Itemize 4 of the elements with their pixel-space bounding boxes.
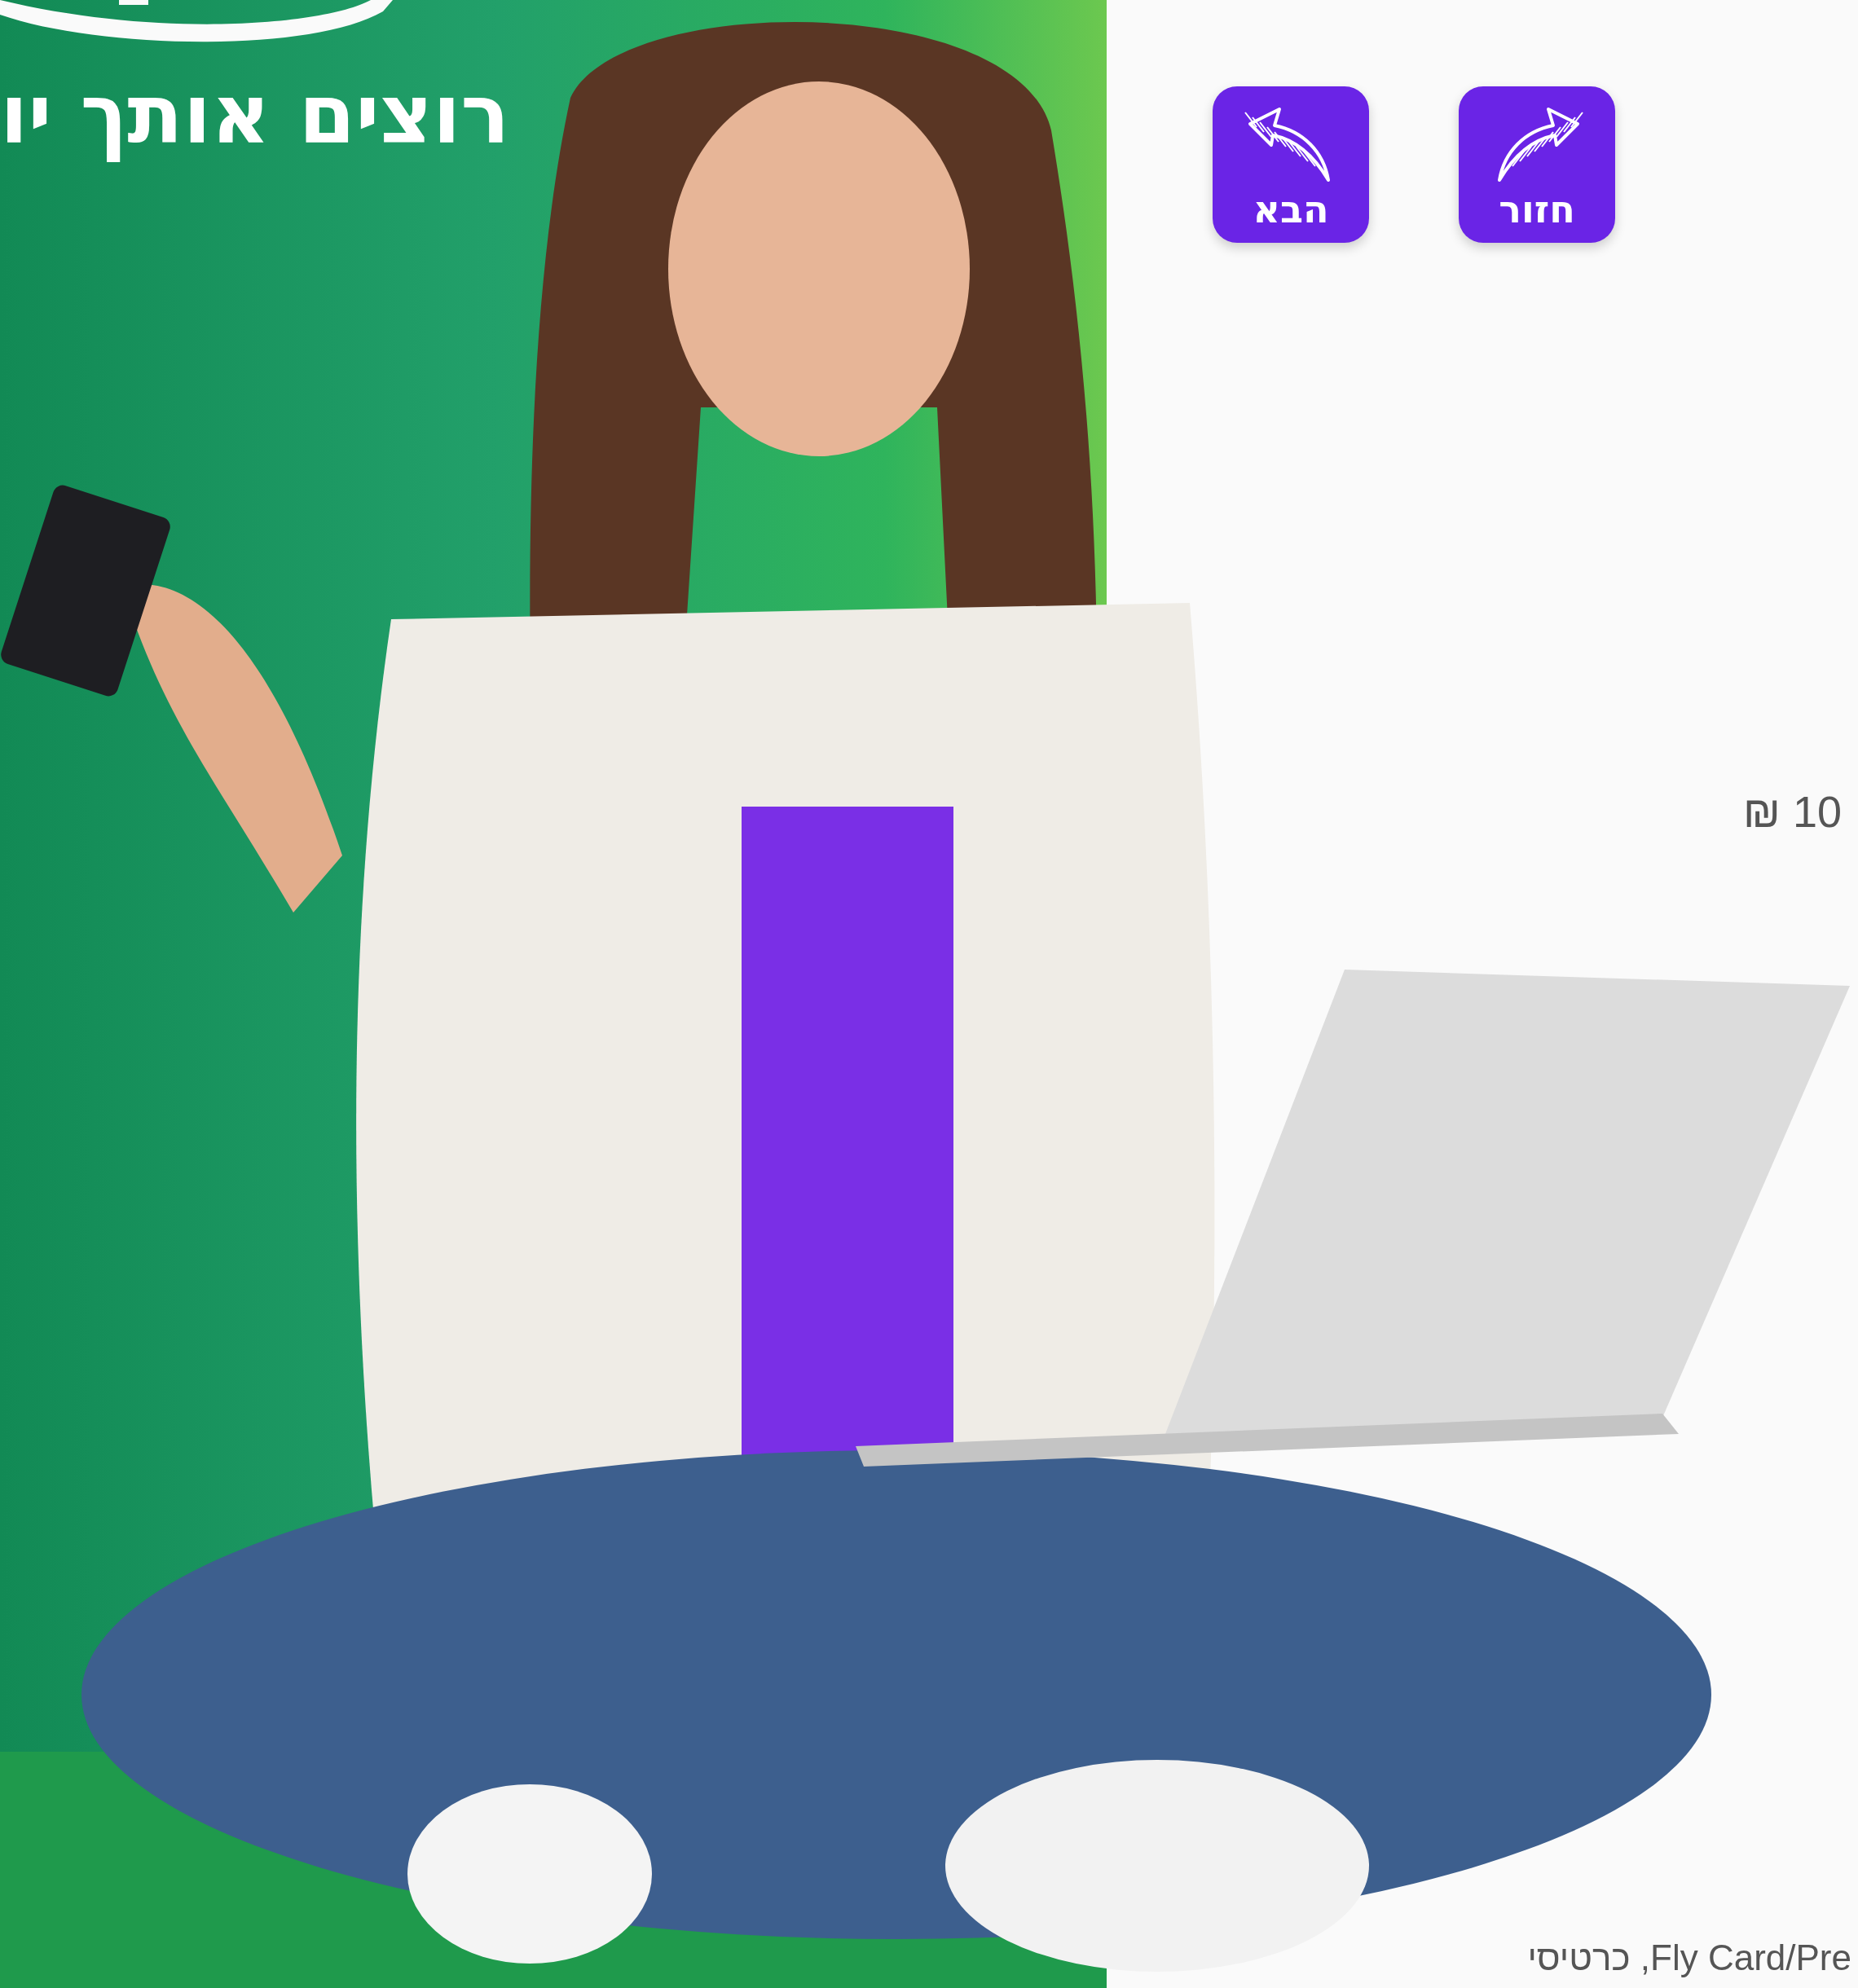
footnote-text: Fly Card/Pre, כרטיסי — [1527, 1937, 1851, 1978]
next-button[interactable]: הבא — [1213, 86, 1369, 243]
price-text: 10 ₪ — [1743, 786, 1842, 837]
back-button[interactable]: חזור — [1459, 86, 1615, 243]
